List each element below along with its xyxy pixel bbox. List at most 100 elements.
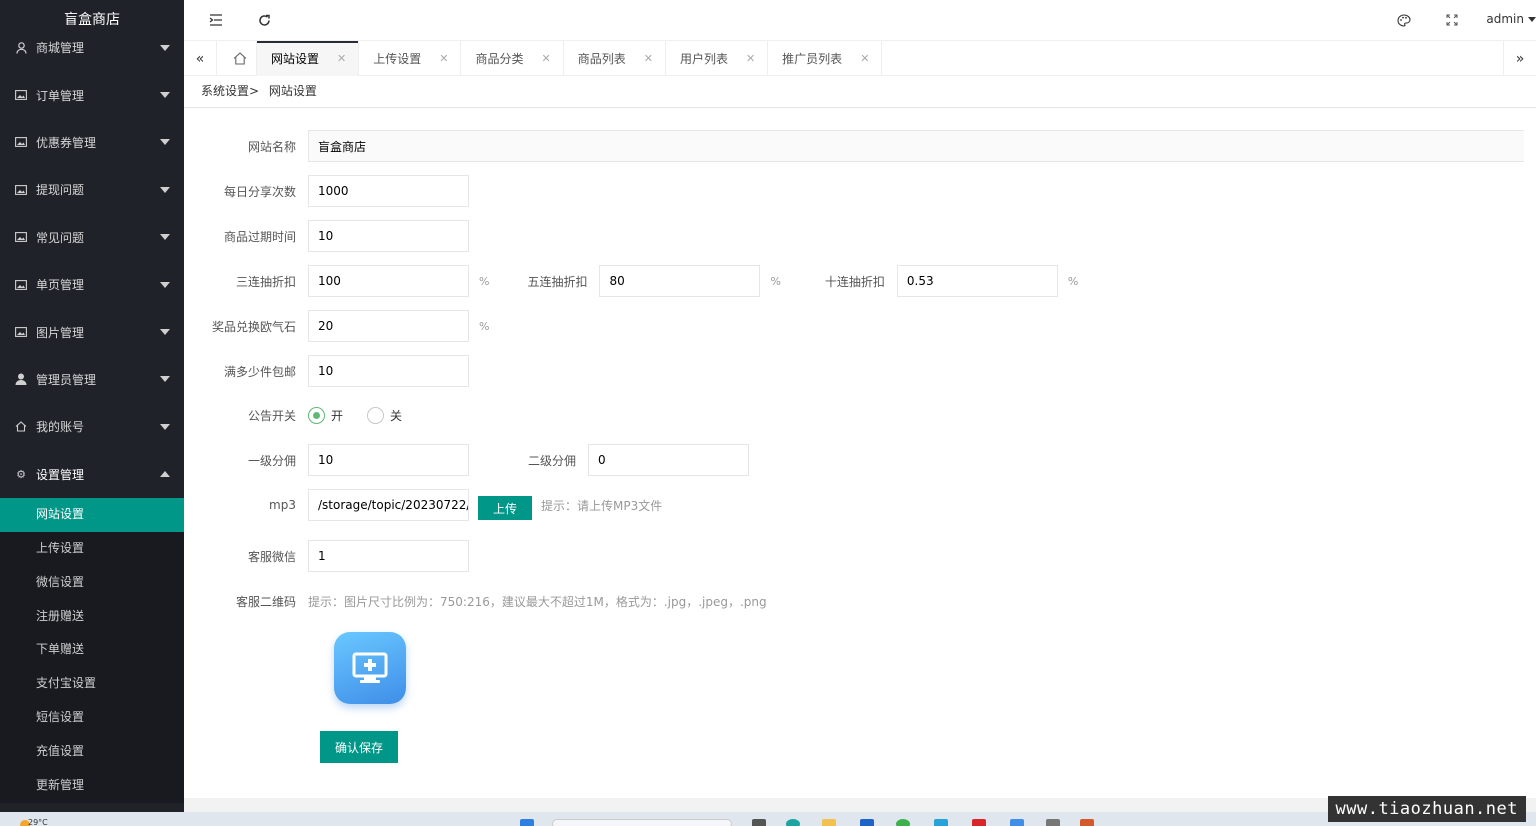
- theme-palette-icon[interactable]: [1394, 10, 1414, 30]
- qrcode-upload-button[interactable]: [334, 632, 406, 704]
- draw3-input[interactable]: 100: [308, 265, 469, 297]
- draw3-unit: %: [479, 274, 490, 288]
- mp3-label: mp3: [269, 498, 296, 512]
- tab-label: 商品分类: [475, 52, 524, 66]
- site-name-label: 网站名称: [247, 139, 296, 154]
- admin-user-menu[interactable]: admin: [1486, 12, 1536, 26]
- close-icon[interactable]: ✕: [644, 52, 653, 65]
- sidebar-subitem-site-settings[interactable]: 网站设置: [0, 497, 184, 532]
- caret-down-icon: [160, 139, 170, 146]
- close-icon[interactable]: ✕: [439, 52, 448, 65]
- sidebar-subitem-alipay-settings[interactable]: 支付宝设置: [0, 667, 184, 701]
- breadcrumb-parent[interactable]: 系统设置>: [201, 84, 259, 98]
- home-tab-icon[interactable]: [224, 41, 257, 76]
- sidebar-subitem-wechat-settings[interactable]: 微信设置: [0, 566, 184, 600]
- tab-site-settings[interactable]: 网站设置 ✕: [257, 41, 360, 76]
- mp3-hint: 提示：请上传MP3文件: [541, 498, 663, 513]
- fullscreen-icon[interactable]: [1442, 10, 1462, 30]
- draw10-label: 十连抽折扣: [824, 274, 885, 289]
- exchange-input[interactable]: 20: [308, 310, 469, 342]
- caret-down-icon: [1528, 17, 1536, 22]
- sidebar-item-coupons[interactable]: 优惠券管理: [0, 119, 184, 166]
- sidebar-item-label: 管理员管理: [36, 372, 97, 387]
- breadcrumb-current: 网站设置: [268, 84, 317, 98]
- app-icon[interactable]: [1046, 819, 1060, 826]
- expire-time-input[interactable]: 10: [308, 220, 469, 252]
- sidebar-item-pages[interactable]: 单页管理: [0, 261, 184, 308]
- sidebar-item-admins[interactable]: 管理员管理: [0, 356, 184, 403]
- person-icon: [14, 372, 28, 386]
- windows-start-icon[interactable]: [520, 819, 534, 826]
- commission2-input[interactable]: 0: [588, 444, 749, 476]
- file-explorer-icon[interactable]: [822, 819, 836, 826]
- tab-user-list[interactable]: 用户列表 ✕: [666, 41, 769, 76]
- mp3-path-input[interactable]: /storage/topic/20230722/435: [308, 489, 469, 521]
- draw5-input[interactable]: 80: [599, 265, 761, 297]
- caret-down-icon: [160, 329, 170, 336]
- sidebar: 商城管理 订单管理 优惠券管理 提现问题 常见问题 单页管理 图片管理 管理员管…: [0, 0, 184, 812]
- notice-on-label: 开: [331, 408, 344, 423]
- menu-collapse-icon[interactable]: [206, 10, 226, 30]
- notice-off-radio[interactable]: 关: [367, 406, 403, 424]
- close-icon[interactable]: ✕: [541, 52, 550, 65]
- form-row-daily-share: 每日分享次数 1000: [184, 175, 469, 207]
- sidebar-item-faq[interactable]: 常见问题: [0, 214, 184, 261]
- tabs-scroll-right-icon[interactable]: »: [1503, 41, 1536, 76]
- sidebar-item-label: 我的账号: [36, 420, 85, 435]
- app-icon[interactable]: [1080, 819, 1094, 826]
- notice-off-label: 关: [390, 408, 403, 423]
- sidebar-item-images[interactable]: 图片管理: [0, 308, 184, 355]
- radio-checked-icon: [308, 406, 325, 424]
- close-icon[interactable]: ✕: [860, 52, 869, 65]
- sidebar-subitem-upload-settings[interactable]: 上传设置: [0, 532, 184, 566]
- wechat-icon[interactable]: [896, 819, 910, 826]
- sidebar-item-label: 设置管理: [36, 467, 85, 482]
- site-name-input[interactable]: 盲盒商店: [308, 130, 1524, 162]
- tab-promoter-list[interactable]: 推广员列表 ✕: [768, 41, 883, 76]
- free-ship-input[interactable]: 10: [308, 355, 469, 387]
- sidebar-item-orders[interactable]: 订单管理: [0, 71, 184, 118]
- commission1-input[interactable]: 10: [308, 444, 469, 476]
- app-icon[interactable]: [972, 819, 986, 826]
- sidebar-subitem-register-gift[interactable]: 注册赠送: [0, 600, 184, 634]
- close-icon[interactable]: ✕: [746, 52, 755, 65]
- tab-product-list[interactable]: 商品列表 ✕: [564, 41, 666, 76]
- edge-browser-icon[interactable]: [786, 819, 800, 826]
- sidebar-item-account[interactable]: 我的账号: [0, 403, 184, 450]
- task-view-icon[interactable]: [752, 819, 766, 826]
- sidebar-item-withdraw[interactable]: 提现问题: [0, 166, 184, 213]
- app-icon[interactable]: [934, 819, 948, 826]
- form-row-free-shipping: 满多少件包邮 10: [184, 355, 469, 387]
- sidebar-item-settings[interactable]: ⚙ 设置管理: [0, 451, 184, 498]
- sidebar-subitem-update-management[interactable]: 更新管理: [0, 769, 184, 803]
- notice-on-radio[interactable]: 开: [308, 406, 344, 424]
- taskbar-search-box[interactable]: [552, 819, 732, 826]
- upload-mp3-button[interactable]: 上传: [478, 496, 532, 520]
- tab-label: 推广员列表: [782, 52, 843, 66]
- breadcrumb: 系统设置> 网站设置: [184, 76, 1536, 108]
- tabs-scroll-left-icon[interactable]: «: [184, 41, 217, 76]
- save-button[interactable]: 确认保存: [320, 731, 398, 763]
- monitor-plus-icon: [352, 652, 388, 683]
- tab-upload-settings[interactable]: 上传设置 ✕: [359, 41, 462, 76]
- app-icon[interactable]: [860, 819, 874, 826]
- sidebar-item-label: 提现问题: [36, 183, 85, 198]
- picture-icon: [14, 325, 28, 339]
- sidebar-subitem-order-gift[interactable]: 下单赠送: [0, 633, 184, 667]
- sidebar-menu: 商城管理 订单管理 优惠券管理 提现问题 常见问题 单页管理 图片管理 管理员管…: [0, 24, 184, 803]
- refresh-icon[interactable]: [254, 10, 274, 30]
- draw10-unit: %: [1067, 274, 1079, 288]
- close-icon[interactable]: ✕: [337, 52, 346, 65]
- tab-label: 上传设置: [373, 52, 422, 66]
- draw10-input[interactable]: 0.53: [896, 265, 1058, 297]
- app-icon[interactable]: [1010, 819, 1024, 826]
- top-header: admin: [184, 0, 1536, 41]
- wechat-input[interactable]: 1: [308, 540, 469, 572]
- daily-share-input[interactable]: 1000: [308, 175, 469, 207]
- tab-label: 用户列表: [679, 52, 728, 66]
- sidebar-subitem-sms-settings[interactable]: 短信设置: [0, 701, 184, 735]
- sidebar-subitem-recharge-settings[interactable]: 充值设置: [0, 735, 184, 769]
- form-row-exchange: 奖品兑换欧气石 20 %: [184, 310, 489, 342]
- tab-product-categories[interactable]: 商品分类 ✕: [461, 41, 564, 76]
- sidebar-item-label: 图片管理: [36, 325, 85, 340]
